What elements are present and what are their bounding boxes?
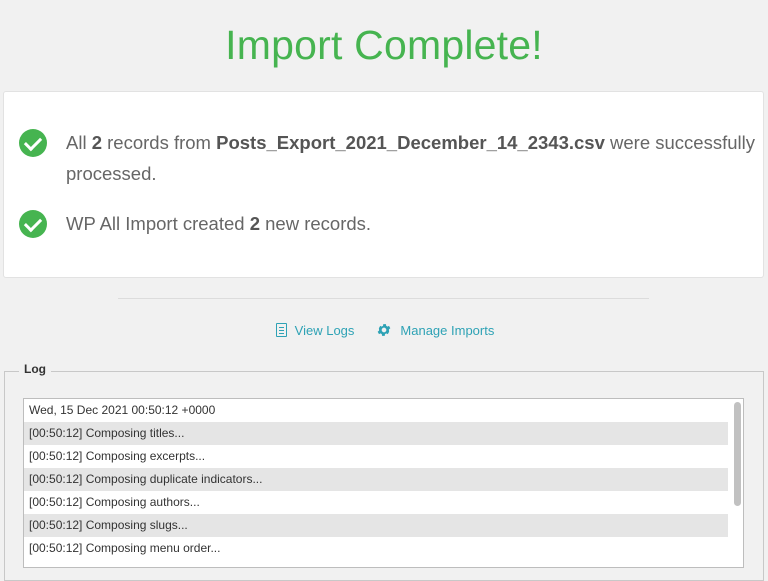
message-middle: records from (102, 132, 217, 153)
log-line: Wed, 15 Dec 2021 00:50:12 +0000 (29, 403, 216, 417)
log-scrollbar[interactable] (734, 402, 741, 506)
check-circle-icon (19, 210, 47, 238)
log-line: [00:50:12] Composing titles... (24, 422, 728, 445)
records-created-message: WP All Import created 2 new records. (19, 210, 371, 239)
log-line: [00:50:12] Composing slugs... (24, 514, 728, 537)
view-logs-label: View Logs (294, 322, 355, 338)
message-prefix: All (66, 132, 92, 153)
action-links: View Logs Manage Imports (0, 322, 768, 338)
log-line: [00:50:12] Composing excerpts... (29, 449, 206, 463)
log-line: [00:50:12] Composing duplicate indicator… (24, 468, 728, 491)
log-line: [00:50:12] Composing menu order... (29, 541, 221, 555)
divider (118, 298, 649, 299)
document-icon (275, 323, 287, 337)
manage-imports-label: Manage Imports (400, 322, 495, 338)
created-count: 2 (249, 213, 260, 234)
log-line: [00:50:12] Composing authors... (29, 495, 200, 509)
message-text: WP All Import created 2 new records. (66, 208, 371, 239)
file-name: Posts_Export_2021_December_14_2343.csv (216, 132, 605, 153)
gear-icon (378, 324, 391, 336)
log-legend: Log (19, 362, 51, 376)
check-circle-icon (19, 129, 47, 157)
manage-imports-link[interactable]: Manage Imports (376, 322, 494, 338)
page-title: Import Complete! (225, 22, 543, 68)
view-logs-link[interactable]: View Logs (275, 322, 355, 338)
message-prefix: WP All Import created (66, 213, 250, 234)
log-output[interactable]: Wed, 15 Dec 2021 00:50:12 +0000 [00:50:1… (23, 398, 744, 568)
message-suffix: new records. (260, 213, 372, 234)
record-count: 2 (91, 132, 102, 153)
records-processed-message: All 2 records from Posts_Export_2021_Dec… (19, 129, 768, 189)
message-text: All 2 records from Posts_Export_2021_Dec… (66, 127, 768, 189)
